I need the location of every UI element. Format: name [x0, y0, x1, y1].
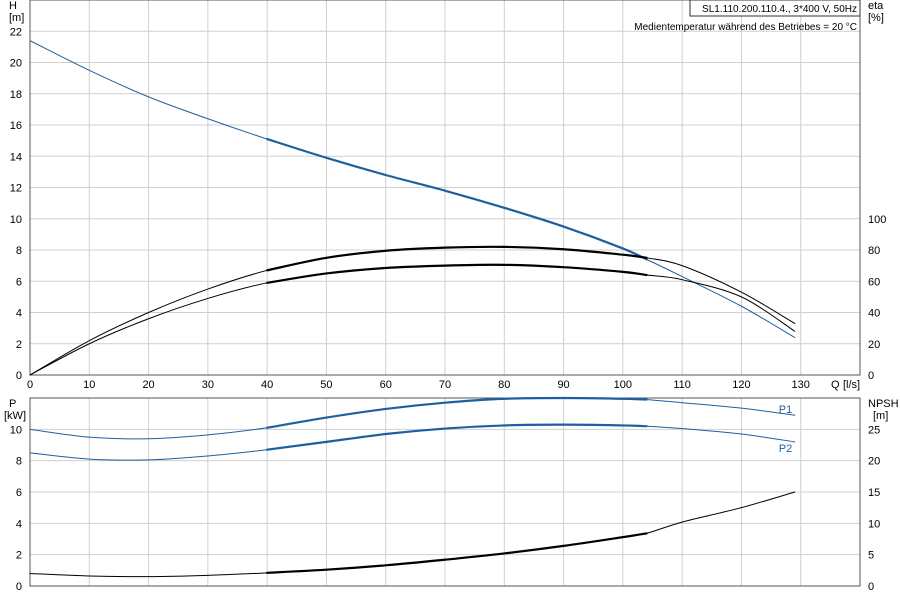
- eta-tick-label: 60: [868, 276, 880, 288]
- q-tick-label: 80: [498, 379, 510, 391]
- npsh-tick-label: 25: [868, 424, 880, 436]
- q-axis-unit: [l/s]: [843, 379, 860, 391]
- q-tick-label: 100: [614, 379, 632, 391]
- h-tick-label: 8: [16, 245, 22, 257]
- h-tick-label: 2: [16, 339, 22, 351]
- efficiency-2-operating-range: [266, 263, 648, 284]
- q-axis-label: Q: [831, 379, 840, 391]
- q-tick-label: 90: [557, 379, 569, 391]
- p1-series-label: P1: [779, 404, 792, 416]
- head-operating-range: [266, 137, 648, 261]
- pump-chart: SL1.110.200.110.4., 3*400 V, 50Hz Medient…: [0, 0, 900, 600]
- h-axis-label: H: [9, 0, 17, 12]
- q-tick-label: 0: [27, 379, 33, 391]
- h-tick-label: 6: [16, 276, 22, 288]
- pump-chart-svg: SL1.110.200.110.4., 3*400 V, 50Hz Medient…: [4, 0, 899, 593]
- eta-axis-label: eta: [868, 0, 884, 12]
- p-tick-label: 10: [10, 424, 22, 436]
- q-tick-label: 20: [142, 379, 154, 391]
- h-tick-label: 18: [10, 89, 22, 101]
- q-tick-label: 120: [732, 379, 750, 391]
- q-tick-label: 40: [261, 379, 273, 391]
- power-p1-operating-range: [266, 396, 648, 429]
- q-tick-label: 70: [439, 379, 451, 391]
- q-tick-label: 50: [320, 379, 332, 391]
- power-p2-curve: [29, 424, 796, 461]
- temperature-note: Medientemperatur während des Betriebes =…: [634, 22, 857, 33]
- power-p2-operating-range: [266, 423, 648, 451]
- npsh-tick-label: 20: [868, 456, 880, 468]
- npsh-tick-label: 0: [868, 581, 874, 593]
- npsh-axis-label: NPSH: [868, 398, 899, 410]
- h-axis-unit: [m]: [9, 12, 24, 24]
- h-tick-label: 10: [10, 214, 22, 226]
- p-tick-label: 8: [16, 456, 22, 468]
- q-tick-label: 130: [792, 379, 810, 391]
- eta-axis-unit: [%]: [868, 12, 884, 24]
- q-tick-label: 60: [380, 379, 392, 391]
- p-axis-unit: [kW]: [4, 410, 26, 422]
- p-tick-label: 6: [16, 487, 22, 499]
- p-axis-label: P: [9, 398, 16, 410]
- eta-tick-label: 80: [868, 245, 880, 257]
- eta-tick-label: 20: [868, 339, 880, 351]
- npsh-operating-range: [266, 532, 648, 574]
- q-tick-label: 30: [202, 379, 214, 391]
- p-tick-label: 4: [16, 518, 22, 530]
- power-p1-curve: [29, 397, 796, 440]
- eta-tick-label: 40: [868, 308, 880, 320]
- h-tick-label: 20: [10, 58, 22, 70]
- h-tick-label: 16: [10, 120, 22, 132]
- h-tick-label: 0: [16, 370, 22, 382]
- npsh-tick-label: 5: [868, 550, 874, 562]
- p2-series-label: P2: [779, 443, 792, 455]
- h-tick-label: 14: [10, 151, 22, 163]
- npsh-tick-label: 10: [868, 518, 880, 530]
- head-curve: [29, 40, 796, 338]
- q-tick-label: 110: [673, 379, 691, 391]
- p-tick-label: 0: [16, 581, 22, 593]
- h-tick-label: 12: [10, 183, 22, 195]
- model-label: SL1.110.200.110.4., 3*400 V, 50Hz: [702, 4, 857, 15]
- q-tick-label: 10: [83, 379, 95, 391]
- p-tick-label: 2: [16, 550, 22, 562]
- npsh-axis-unit: [m]: [873, 410, 888, 422]
- eta-tick-label: 100: [868, 214, 886, 226]
- npsh-tick-label: 15: [868, 487, 880, 499]
- h-tick-label: 22: [10, 26, 22, 38]
- h-tick-label: 4: [16, 308, 22, 320]
- eta-tick-label: 0: [868, 370, 874, 382]
